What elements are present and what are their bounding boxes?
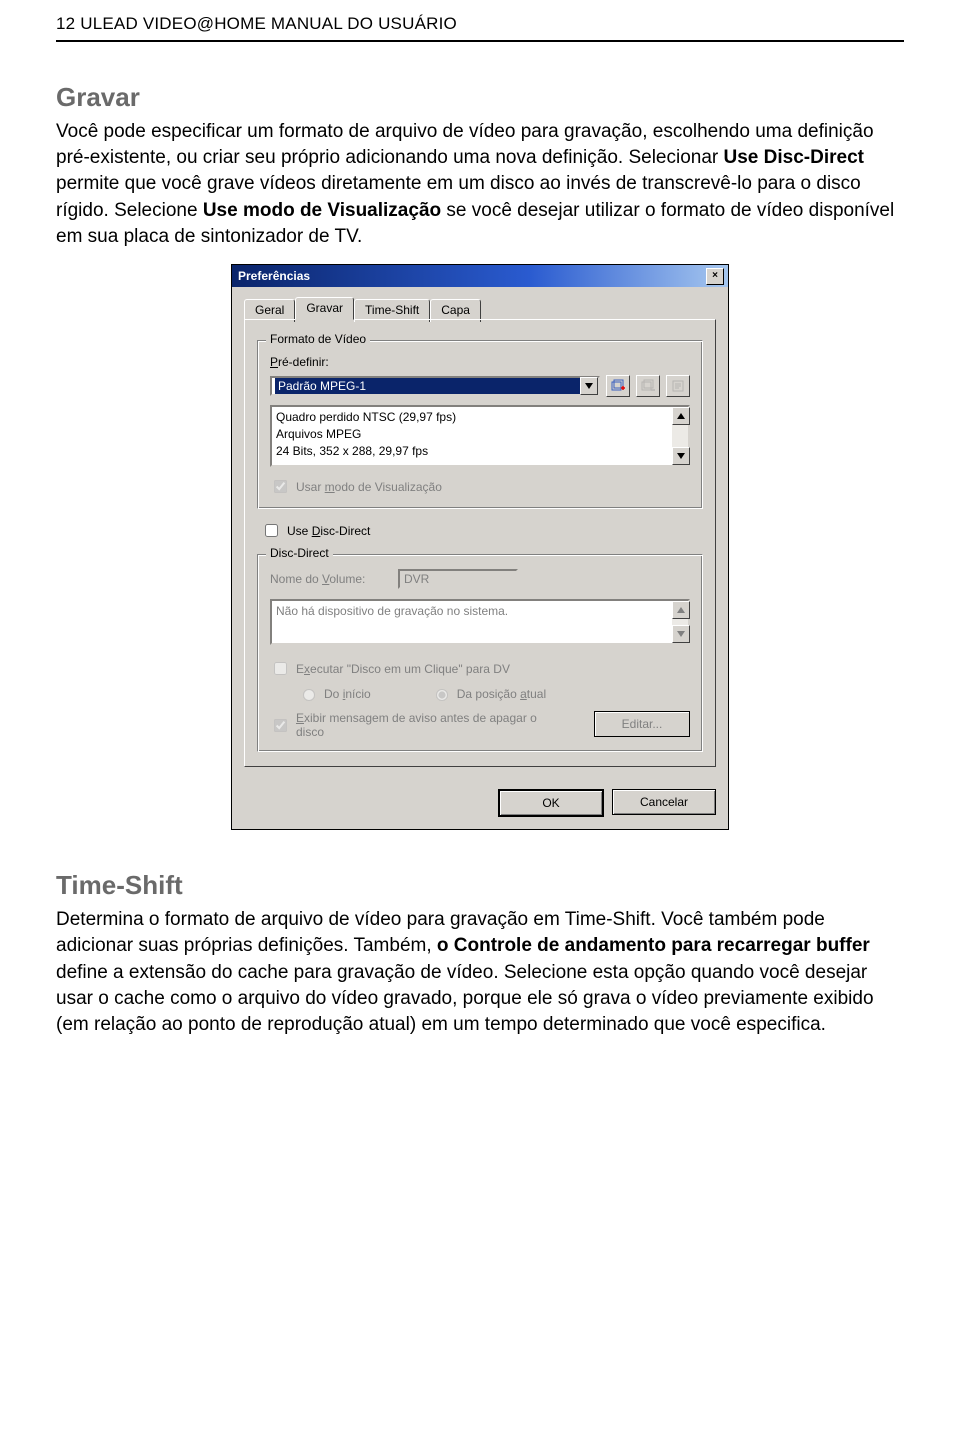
predefine-label: Pré-definir: (270, 355, 690, 369)
radio-label: Da posição atual (457, 687, 546, 701)
radio-input[interactable] (436, 689, 448, 701)
scroll-down-icon[interactable] (672, 447, 690, 465)
paragraph-timeshift: Determina o formato de arquivo de vídeo … (56, 907, 904, 1038)
checkbox-input[interactable] (274, 480, 287, 493)
bold-text: Use Disc-Direct (724, 147, 864, 168)
remove-preset-button[interactable] (636, 375, 660, 397)
radio-from-current[interactable]: Da posição atual (431, 686, 546, 701)
dialog-footer: OK Cancelar (232, 779, 728, 829)
scroll-up-icon[interactable] (672, 407, 690, 425)
preferences-dialog: Preferências × Geral Gravar Time-Shift C… (231, 264, 729, 830)
radio-from-start[interactable]: Do início (298, 686, 371, 701)
add-preset-button[interactable] (606, 375, 630, 397)
scroll-up-icon[interactable] (672, 601, 690, 619)
preset-details-list: Quadro perdido NTSC (29,97 fps) Arquivos… (270, 405, 690, 467)
predefine-combo[interactable]: Padrão MPEG-1 (270, 376, 600, 396)
dialog-titlebar: Preferências × (232, 265, 728, 287)
paragraph-gravar: Você pode especificar um formato de arqu… (56, 119, 904, 250)
group-label-video: Formato de Vídeo (266, 332, 370, 346)
scrollbar[interactable] (672, 601, 688, 643)
list-item: Arquivos MPEG (276, 426, 668, 443)
bold-text: Use modo de Visualização (203, 200, 447, 221)
tab-panel-gravar: Formato de Vídeo Pré-definir: Padrão MPE… (244, 319, 716, 767)
checkbox-warn-erase[interactable]: Exibir mensagem de aviso antes de apagar… (270, 711, 574, 739)
bold-text: o Controle de andamento para recarregar … (437, 935, 870, 956)
divider (56, 40, 904, 42)
section-heading-gravar: Gravar (56, 82, 904, 113)
preset-details-lines: Quadro perdido NTSC (29,97 fps) Arquivos… (272, 407, 672, 465)
group-video-format: Formato de Vídeo Pré-definir: Padrão MPE… (257, 340, 703, 509)
tab-gravar[interactable]: Gravar (295, 297, 354, 320)
checkbox-disc-direct[interactable]: Use Disc-Direct (261, 521, 703, 540)
list-item: 24 Bits, 352 x 288, 29,97 fps (276, 443, 668, 460)
group-label-disc: Disc-Direct (266, 546, 333, 560)
radio-input[interactable] (303, 689, 315, 701)
checkbox-input[interactable] (274, 719, 287, 732)
checkbox-label: Executar "Disco em um Clique" para DV (296, 662, 510, 676)
checkbox-label: Exibir mensagem de aviso antes de apagar… (296, 711, 537, 739)
group-disc-direct: Disc-Direct Nome do Volume: DVR Não há d… (257, 554, 703, 752)
checkbox-exec-oneclick[interactable]: Executar "Disco em um Clique" para DV (270, 659, 690, 678)
list-item: Quadro perdido NTSC (29,97 fps) (276, 409, 668, 426)
running-header: 12 ULEAD VIDEO@HOME MANUAL DO USUÁRIO (56, 0, 904, 38)
device-list: Não há dispositivo de gravação no sistem… (270, 599, 690, 645)
underline-char: P (270, 355, 278, 369)
volume-name-label: Nome do Volume: (270, 572, 390, 586)
checkbox-input[interactable] (265, 524, 278, 537)
checkbox-label: Usar modo de Visualização (296, 480, 442, 494)
predefine-selected: Padrão MPEG-1 (275, 378, 580, 394)
cancel-button[interactable]: Cancelar (612, 789, 716, 815)
edit-button[interactable]: Editar... (594, 711, 690, 737)
scrollbar[interactable] (672, 407, 688, 465)
edit-preset-button[interactable] (666, 375, 690, 397)
ok-button[interactable]: OK (498, 789, 604, 817)
chevron-down-icon[interactable] (580, 377, 598, 395)
dialog-title: Preferências (238, 269, 310, 283)
tab-strip: Geral Gravar Time-Shift Capa (244, 297, 716, 320)
checkbox-label: Use Disc-Direct (287, 524, 370, 538)
volume-name-field[interactable]: DVR (398, 569, 518, 589)
checkbox-view-mode[interactable]: Usar modo de Visualização (270, 477, 690, 496)
checkbox-input[interactable] (274, 662, 287, 675)
close-button[interactable]: × (706, 268, 724, 285)
label-rest: ré-definir: (278, 355, 329, 369)
device-msg: Não há dispositivo de gravação no sistem… (272, 601, 672, 643)
text: deﬁne a extensão do cache para gravação … (56, 962, 874, 1035)
radio-label: Do início (324, 687, 371, 701)
scroll-down-icon[interactable] (672, 625, 690, 643)
section-heading-timeshift: Time-Shift (56, 870, 904, 901)
